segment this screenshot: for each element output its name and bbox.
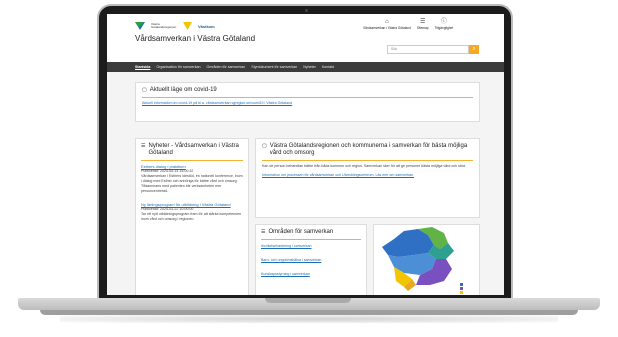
news-item-text: Tar ett nytt utbildningsprogram fram för…: [141, 212, 242, 221]
nav-item-nyheter[interactable]: Nyheter: [303, 65, 316, 69]
search-icon: ⌕: [472, 46, 476, 52]
nav-item-startsida[interactable]: Startsida: [135, 65, 150, 69]
region-map-image: [382, 227, 463, 294]
area-link[interactable]: Barn- och ungdomshälsa i samverkan: [261, 258, 361, 262]
top-link-label: Tillgänglighet: [434, 26, 454, 30]
covid-card: ▢ Aktuellt läge om covid-19 Aktuell info…: [135, 82, 480, 122]
news-card: ☰ Nyheter - Vårdsamverkan i Västra Götal…: [135, 138, 249, 295]
logo-text: Västra Götalandsregionen: [151, 22, 177, 29]
laptop-base-bottom: [40, 310, 578, 315]
vg-title: ▢ Västra Götalandsregionen och kommunern…: [262, 143, 473, 157]
nav-item-organisation[interactable]: Organisation för samverkan: [156, 65, 200, 69]
nav-item-kontakt[interactable]: Kontakt: [322, 65, 334, 69]
covid-title: ▢ Aktuellt läge om covid-19: [142, 87, 473, 94]
vg-card: ▢ Västra Götalandsregionen och kommunern…: [255, 138, 480, 218]
accessibility-icon: ⓘ: [440, 19, 447, 25]
site-header: Västra Götalandsregionen Västkom Vårdsam…: [107, 14, 504, 62]
camera: [305, 9, 308, 12]
divider: [142, 97, 473, 98]
vgr-logo-icon: [135, 22, 145, 30]
divider: [262, 160, 473, 161]
areas-title-text: Områden för samverkan: [268, 229, 334, 235]
areas-card: ☰ Områden för samverkan Avvikelsehanteri…: [255, 224, 367, 295]
document-icon: ▢: [142, 87, 147, 93]
top-link-sitemap[interactable]: ☰ Sitemap: [417, 19, 429, 30]
news-title: ☰ Nyheter - Vårdsamverkan i Västra Götal…: [141, 143, 243, 157]
vastkom-logo-icon: [183, 22, 192, 30]
list-icon: ☰: [141, 143, 146, 149]
top-link-label: Vårdsamverkan i Västra Götaland: [363, 26, 411, 30]
main-nav: Startsida Organisation för samverkan Omr…: [107, 62, 504, 72]
laptop-notch: [265, 298, 351, 303]
nav-item-omraden[interactable]: Områden för samverkan: [207, 65, 246, 69]
divider: [261, 239, 361, 240]
area-link[interactable]: Avvikelsehantering i samverkan: [261, 244, 361, 248]
vg-link[interactable]: Information om processen för vårdsamverk…: [262, 173, 473, 178]
region-map[interactable]: [373, 224, 480, 295]
area-link[interactable]: Kunskapsstyrning i samverkan: [261, 272, 361, 276]
covid-link[interactable]: Aktuell information om covid-19 på bl.a.…: [142, 101, 473, 106]
search-input[interactable]: Sök: [387, 45, 469, 54]
top-link-home[interactable]: ⌂ Vårdsamverkan i Västra Götaland: [363, 19, 411, 30]
search-button[interactable]: ⌕: [469, 45, 479, 54]
areas-title: ☰ Områden för samverkan: [261, 229, 361, 236]
site-title[interactable]: Vårdsamverkan i Västra Götaland: [135, 34, 255, 43]
nav-item-styrdokument[interactable]: Styrdokument för samverkan: [251, 65, 297, 69]
sitemap-icon: ☰: [420, 19, 426, 25]
list-icon: ☰: [261, 229, 266, 235]
laptop-shadow: [60, 315, 558, 323]
divider: [141, 160, 243, 161]
top-links: ⌂ Vårdsamverkan i Västra Götaland ☰ Site…: [363, 19, 453, 30]
news-item-text: Vårdsamverkan i Esthers idéstöd, en nati…: [141, 174, 243, 193]
top-link-label: Sitemap: [416, 26, 429, 30]
site-logo[interactable]: Västra Götalandsregionen Västkom: [135, 22, 215, 30]
laptop-screen: Västra Götalandsregionen Västkom Vårdsam…: [107, 14, 504, 295]
vg-text: Kan de person behandlas bättre från båda…: [262, 164, 466, 168]
document-icon: ▢: [262, 143, 267, 149]
news-title-text: Nyheter - Vårdsamverkan i Västra Götalan…: [148, 143, 239, 156]
logo2-text: Västkom: [198, 23, 215, 29]
covid-title-text: Aktuellt läge om covid-19: [149, 87, 217, 93]
top-link-accessibility[interactable]: ⓘ Tillgänglighet: [435, 19, 454, 30]
home-icon: ⌂: [385, 19, 389, 25]
vg-title-text: Västra Götalandsregionen och kommunerna …: [269, 143, 468, 156]
